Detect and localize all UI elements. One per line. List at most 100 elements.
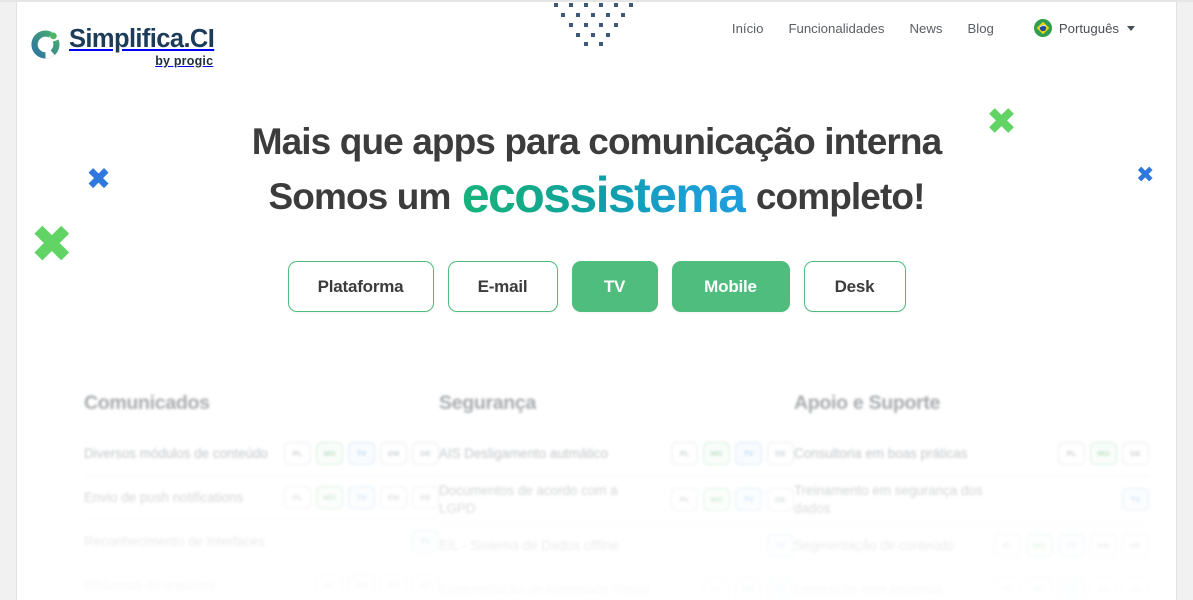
feature-badge-mo: MO xyxy=(316,442,343,465)
brand-text: Simplifica.CI by progic xyxy=(69,26,215,68)
feature-row-label: Biblioteca de arquivos xyxy=(84,577,216,593)
feature-row: EIL - Sistema de Dados offline TV xyxy=(439,524,794,569)
feature-badge-mo: MO xyxy=(348,574,375,597)
feature-column: Apoio e Suporte Consultoria em boas práti… xyxy=(794,392,1149,600)
hero-subheadline-prefix: Somos um xyxy=(268,175,460,217)
feature-badge-tv: TV xyxy=(1058,534,1085,558)
feature-badge-de: DE xyxy=(412,442,439,465)
feature-badge-mo: MO xyxy=(316,486,343,509)
tab-tv[interactable]: TV xyxy=(571,261,658,312)
feature-row: Diversos módulos de conteúdo PL MO TV EM DE xyxy=(84,432,439,476)
hero-subheadline-suffix: completo! xyxy=(746,175,926,217)
feature-badge-pl: PL xyxy=(671,442,698,465)
hero-section: Mais que apps para comunicação interna S… xyxy=(0,120,1193,225)
feature-row: Biblioteca de arquivos PL MO EM DE xyxy=(84,564,439,600)
brand-tagline: by progic xyxy=(155,53,214,68)
feature-badge-group: TV xyxy=(1122,488,1149,512)
feature-row-label: Envio de push notifications xyxy=(84,489,244,505)
chevron-down-icon xyxy=(1127,25,1135,31)
feature-badge-pl: PL xyxy=(994,578,1021,600)
feature-badge-em: EM xyxy=(380,486,407,509)
language-label: Português xyxy=(1058,20,1119,36)
feature-badge-de: DE xyxy=(767,488,794,512)
feature-row: Reconhecimento de interfaces TV xyxy=(84,520,439,564)
feature-row-label: Integração com sistemas xyxy=(794,582,943,598)
feature-row: Customização de Identidade Visual PL MO TV xyxy=(439,568,794,600)
feature-badge-tv: TV xyxy=(1122,488,1149,512)
brazil-flag-icon xyxy=(1033,19,1052,37)
feature-badge-group: PL MO TV xyxy=(703,578,794,600)
window-top-edge xyxy=(0,0,1193,2)
feature-row: Envio de push notifications PL MO TV EM DE xyxy=(84,476,439,520)
feature-column-title: Segurança xyxy=(439,392,537,414)
nav-item-inicio[interactable]: Início xyxy=(732,21,764,36)
feature-row-label: Treinamento em segurança dos dados xyxy=(794,483,983,516)
feature-badge-pl: PL xyxy=(1058,442,1085,465)
feature-badge-group: PL MO TV EM DE xyxy=(994,578,1149,600)
feature-badge-de: DE xyxy=(1122,534,1149,558)
feature-badge-pl: PL xyxy=(703,578,730,600)
feature-badge-group: PL MO TV DE xyxy=(671,488,794,512)
feature-badge-de: DE xyxy=(1122,442,1149,465)
feature-column: Comunicados Diversos módulos de conteúdo P… xyxy=(84,392,439,600)
feature-badge-tv: TV xyxy=(735,442,762,465)
tab-plataforma[interactable]: Plataforma xyxy=(287,261,434,312)
feature-badge-group: PL MO TV EM DE xyxy=(994,534,1149,558)
feature-badge-mo: MO xyxy=(703,488,730,512)
feature-badge-em: EM xyxy=(380,442,407,465)
feature-badge-group: PL MO EM DE xyxy=(316,574,439,597)
feature-badge-em: EM xyxy=(1090,578,1117,600)
feature-badge-pl: PL xyxy=(994,534,1021,558)
feature-badge-group: TV xyxy=(412,530,439,553)
hero-headline: Mais que apps para comunicação interna xyxy=(251,121,942,162)
feature-badge-group: PL MO DE xyxy=(1058,442,1149,465)
feature-row-label: Consultoria em boas práticas xyxy=(794,445,968,461)
feature-column: Segurança AIS Desligamento autmático PL MO T… xyxy=(439,392,794,600)
feature-badge-de: DE xyxy=(412,574,439,597)
feature-badge-de: DE xyxy=(412,486,439,509)
brand-logo[interactable]: Simplifica.CI by progic xyxy=(29,26,215,68)
feature-badge-mo: MO xyxy=(1026,534,1053,558)
feature-row-label: AIS Desligamento autmático xyxy=(439,445,608,461)
feature-badge-tv: TV xyxy=(735,488,762,512)
feature-badge-tv: TV xyxy=(767,534,794,558)
feature-badge-em: EM xyxy=(380,574,407,597)
tab-desk[interactable]: Desk xyxy=(803,261,906,312)
feature-comparison: Comunicados Diversos módulos de conteúdo P… xyxy=(0,392,1193,600)
feature-badge-pl: PL xyxy=(284,442,311,465)
feature-row-label: Segmentação de conteúdo xyxy=(794,538,955,554)
feature-badge-de: DE xyxy=(1122,578,1149,600)
language-selector[interactable]: Português xyxy=(1033,19,1135,37)
hero-highlight-word: ecossistema xyxy=(461,166,746,223)
feature-badge-pl: PL xyxy=(284,486,311,509)
feature-badge-group: PL MO TV DE xyxy=(671,442,794,465)
feature-badge-tv: TV xyxy=(348,486,375,509)
feature-row-label: Documentos de acordo com a LGPD xyxy=(439,483,618,516)
circular-ring-logo-icon xyxy=(31,30,60,59)
feature-row-label: Customização de Identidade Visual xyxy=(439,582,649,598)
feature-badge-group: PL MO TV EM DE xyxy=(284,442,439,465)
feature-row: Treinamento em segurança dos dados TV xyxy=(794,476,1149,525)
tab-email[interactable]: E-mail xyxy=(447,261,558,312)
feature-badge-tv: TV xyxy=(1058,578,1085,600)
nav-item-news[interactable]: News xyxy=(909,21,942,36)
page-right-gutter xyxy=(1176,0,1193,600)
tab-mobile[interactable]: Mobile xyxy=(671,261,790,312)
feature-row-label: EIL - Sistema de Dados offline xyxy=(439,538,620,554)
feature-badge-pl: PL xyxy=(671,488,698,512)
feature-badge-group: TV xyxy=(767,534,794,558)
feature-row: AIS Desligamento autmático PL MO TV DE xyxy=(439,432,794,476)
feature-row: Integração com sistemas PL MO TV EM DE xyxy=(794,568,1149,600)
feature-badge-mo: MO xyxy=(703,442,730,465)
feature-badge-tv: TV xyxy=(412,530,439,553)
feature-row-label: Diversos módulos de conteúdo xyxy=(84,445,268,461)
feature-column-title: Apoio e Suporte xyxy=(794,392,941,414)
feature-badge-tv: TV xyxy=(767,578,794,600)
nav-item-funcionalidades[interactable]: Funcionalidades xyxy=(788,21,884,36)
hero-subheadline: Somos um ecossistema completo! xyxy=(0,166,1193,225)
feature-column-title: Comunicados xyxy=(84,392,210,414)
feature-badge-mo: MO xyxy=(1090,442,1117,465)
feature-row: Segmentação de conteúdo PL MO TV EM DE xyxy=(794,524,1149,569)
nav-item-blog[interactable]: Blog xyxy=(967,21,993,36)
feature-badge-group: PL MO TV EM DE xyxy=(284,486,439,509)
